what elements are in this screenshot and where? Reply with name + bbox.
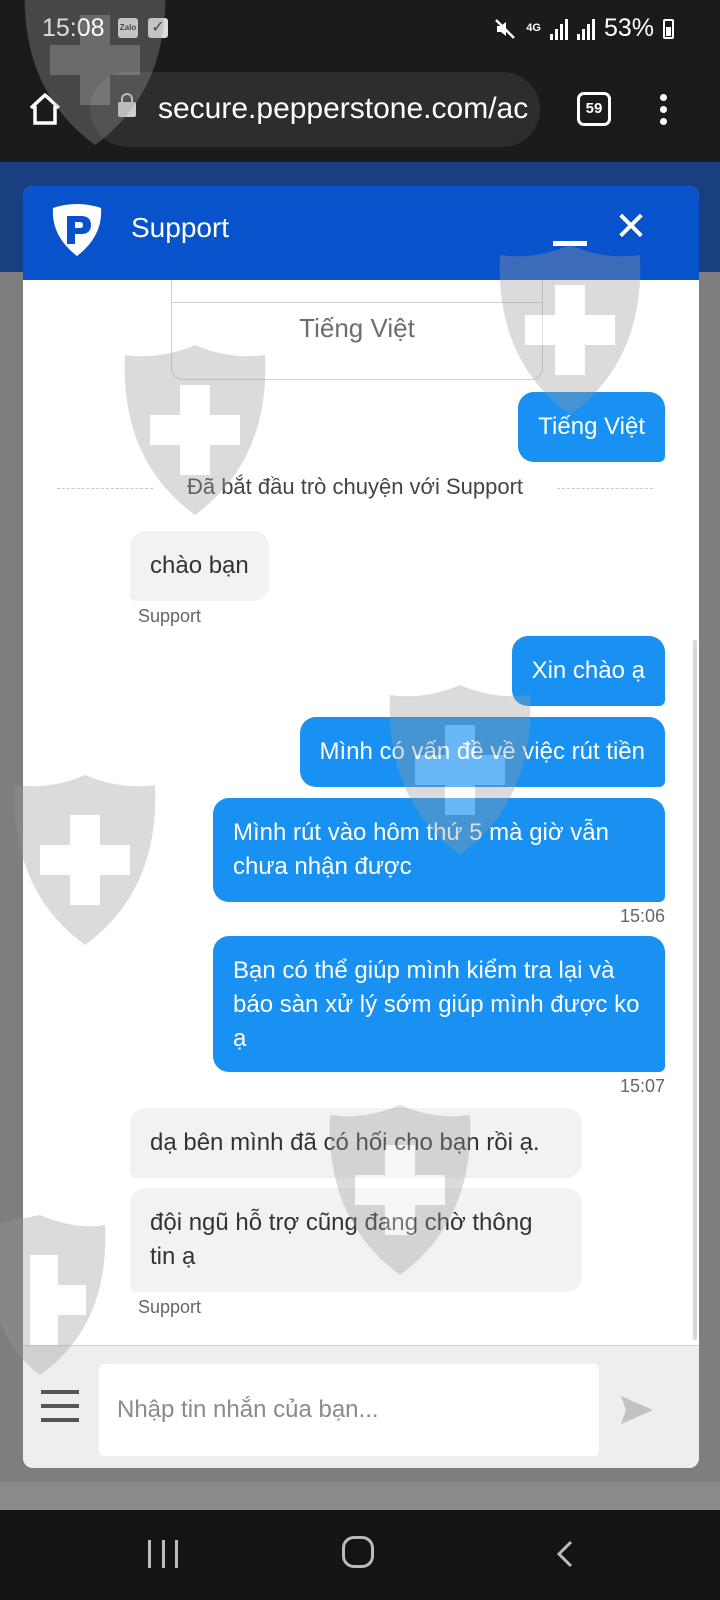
send-icon[interactable]	[617, 1390, 657, 1430]
message-bubble-agent: đội ngũ hỗ trợ cũng đang chờ thông tin ạ	[130, 1188, 582, 1292]
signal-icon-2	[576, 18, 595, 40]
message-bubble-user: Mình rút vào hôm thứ 5 mà giờ vẫn chưa n…	[213, 798, 665, 902]
battery-icon	[663, 18, 674, 39]
minimize-icon[interactable]	[553, 226, 589, 246]
message-time: 15:06	[619, 906, 665, 926]
language-picker: Tiếng Việt	[171, 280, 543, 380]
back-icon[interactable]	[556, 1540, 574, 1568]
home-nav-icon[interactable]	[342, 1536, 374, 1568]
checkbox-notification-icon: ✓	[148, 18, 168, 38]
language-option[interactable]: Tiếng Việt	[172, 313, 542, 344]
message-bubble-user: Mình có vấn đề về việc rút tiền	[299, 717, 665, 787]
zalo-notification-icon: Zalo	[118, 18, 138, 38]
chat-footer	[23, 1346, 699, 1468]
system-message: Đã bắt đầu trò chuyện với Support	[186, 474, 524, 499]
message-bubble-agent: dạ bên mình đã có hối cho bạn rồi ạ.	[130, 1108, 582, 1178]
address-bar[interactable]: secure.pepperstone.com/ac	[90, 72, 540, 147]
status-bar: 15:08 Zalo ✓ 4G 53%	[0, 0, 720, 60]
message-bubble-agent: chào bạn	[130, 531, 269, 601]
chat-widget: Support ✕ Tiếng Việt Tiếng Việt Đã bắt đ…	[23, 186, 699, 1468]
browser-toolbar: secure.pepperstone.com/ac 59	[0, 60, 720, 162]
lock-icon	[118, 93, 136, 117]
home-icon[interactable]	[26, 90, 64, 128]
url-text[interactable]: secure.pepperstone.com/ac	[158, 92, 528, 126]
message-bubble-user: Xin chào ạ	[511, 636, 665, 706]
scrollbar[interactable]	[693, 640, 697, 1340]
menu-icon[interactable]	[658, 94, 668, 130]
network-type: 4G	[526, 22, 541, 34]
status-indicators: 4G 53%	[493, 14, 674, 43]
chat-started-divider: Đã bắt đầu trò chuyện với Support	[57, 474, 653, 504]
message-input[interactable]	[99, 1364, 599, 1456]
status-time: 15:08	[42, 14, 105, 42]
sender-label: Support	[138, 1297, 202, 1317]
message-bubble-user: Tiếng Việt	[518, 392, 665, 462]
recent-apps-icon[interactable]	[148, 1540, 178, 1568]
chat-header: Support ✕	[23, 186, 699, 280]
tabs-button[interactable]: 59	[577, 92, 611, 126]
signal-icon	[549, 18, 568, 40]
mute-icon	[495, 18, 516, 39]
hamburger-menu-icon[interactable]	[41, 1390, 81, 1424]
message-bubble-user: Bạn có thể giúp mình kiểm tra lại và báo…	[213, 936, 665, 1072]
message-time: 15:07	[619, 1076, 665, 1096]
battery-percent: 53%	[603, 14, 654, 42]
close-icon[interactable]: ✕	[613, 207, 649, 247]
chat-messages[interactable]: Tiếng Việt Tiếng Việt Đã bắt đầu trò chu…	[23, 280, 699, 1346]
system-nav-bar	[0, 1510, 720, 1600]
sender-label: Support	[138, 606, 202, 626]
chat-title: Support	[131, 212, 230, 243]
pepperstone-logo-icon	[52, 204, 102, 256]
